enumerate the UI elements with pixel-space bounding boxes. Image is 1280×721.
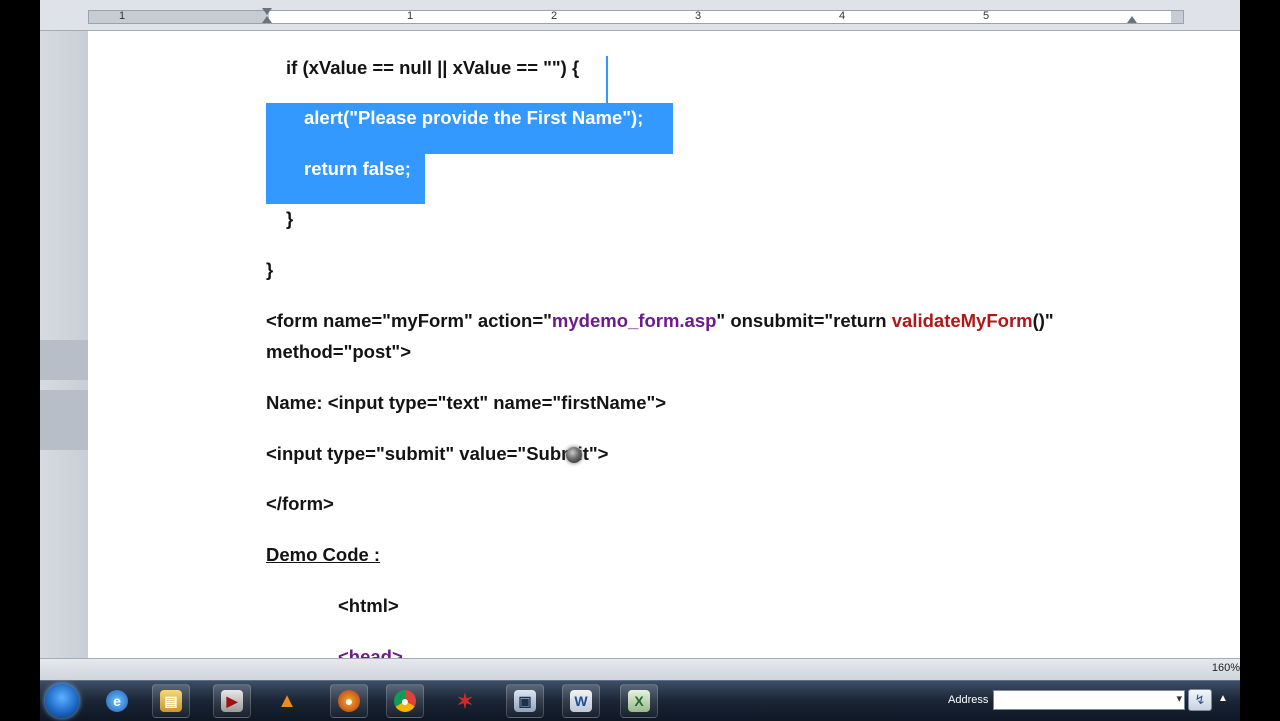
word-icon[interactable]: W [562,684,600,718]
form-open-text: " onsubmit="return [716,310,892,331]
code-line-name-input[interactable]: Name: <input type="text" name="firstName… [266,392,666,414]
ruler-number: 1 [407,10,414,22]
code-line-form-close[interactable]: </form> [266,493,334,515]
ruler-number: 4 [839,10,846,22]
start-orb[interactable] [45,684,79,718]
code-line-submit-input[interactable]: <input type="submit" value="Submit"> [266,443,608,465]
form-open-text: ()" [1032,310,1054,331]
ruler-number: 5 [983,10,990,22]
ie-icon[interactable]: e [98,684,136,718]
taskbar: e ▤ ▶ ▲ ● ● ✶ ▣ W X Address ▾ ↯ ▲ [40,680,1240,721]
screen-left-border [0,0,40,720]
code-line-form-method[interactable]: method="post"> [266,341,411,363]
zoom-level[interactable]: 160% [1212,662,1240,674]
ruler-bar [88,10,1184,24]
app-icon[interactable]: ✶ [446,684,484,718]
address-input[interactable]: ▾ [993,690,1185,710]
code-line-html[interactable]: <html> [338,595,399,617]
go-icon[interactable]: ↯ [1188,689,1212,711]
firefox-icon[interactable]: ● [330,684,368,718]
code-line-if[interactable]: if (xValue == null || xValue == "") { [286,57,579,79]
media-player-icon[interactable]: ▶ [213,684,251,718]
code-line-close-brace[interactable]: } [286,208,293,230]
camtasia-icon[interactable]: ▣ [506,684,544,718]
right-indent-marker[interactable] [1127,16,1137,23]
code-line-return[interactable]: return false; [304,158,411,180]
mouse-cursor-highlight [566,447,582,463]
ruler-number: 1 [119,10,126,22]
hanging-indent-marker[interactable] [262,16,272,23]
status-bar: 160% [40,658,1240,681]
explorer-icon[interactable]: ▤ [152,684,190,718]
vlc-icon[interactable]: ▲ [268,684,306,718]
form-validate-function: validateMyForm [891,310,1033,331]
horizontal-ruler[interactable]: 1 1 2 3 4 5 [40,0,1240,31]
excel-icon[interactable]: X [620,684,658,718]
chevron-down-icon[interactable]: ▾ [1176,692,1182,705]
code-line-close-brace[interactable]: } [266,259,273,281]
screen-right-border [1240,0,1280,720]
form-open-text: <form name="myForm" action=" [266,310,552,331]
selection-edge [606,56,608,104]
demo-code-heading[interactable]: Demo Code : [266,544,380,566]
ruler-number: 2 [551,10,558,22]
window-left-panel [40,0,88,662]
first-line-indent-marker[interactable] [262,8,272,15]
chrome-icon[interactable]: ● [386,684,424,718]
address-label: Address [948,694,989,706]
code-line-form-open[interactable]: <form name="myForm" action="mydemo_form.… [266,310,1054,332]
form-action-value: mydemo_form.asp [551,310,717,331]
code-line-head[interactable]: <head> [338,646,403,658]
ruler-number: 3 [695,10,702,22]
code-line-alert[interactable]: alert("Please provide the First Name"); [304,107,643,129]
tray-expand-icon[interactable]: ▲ [1218,693,1228,704]
